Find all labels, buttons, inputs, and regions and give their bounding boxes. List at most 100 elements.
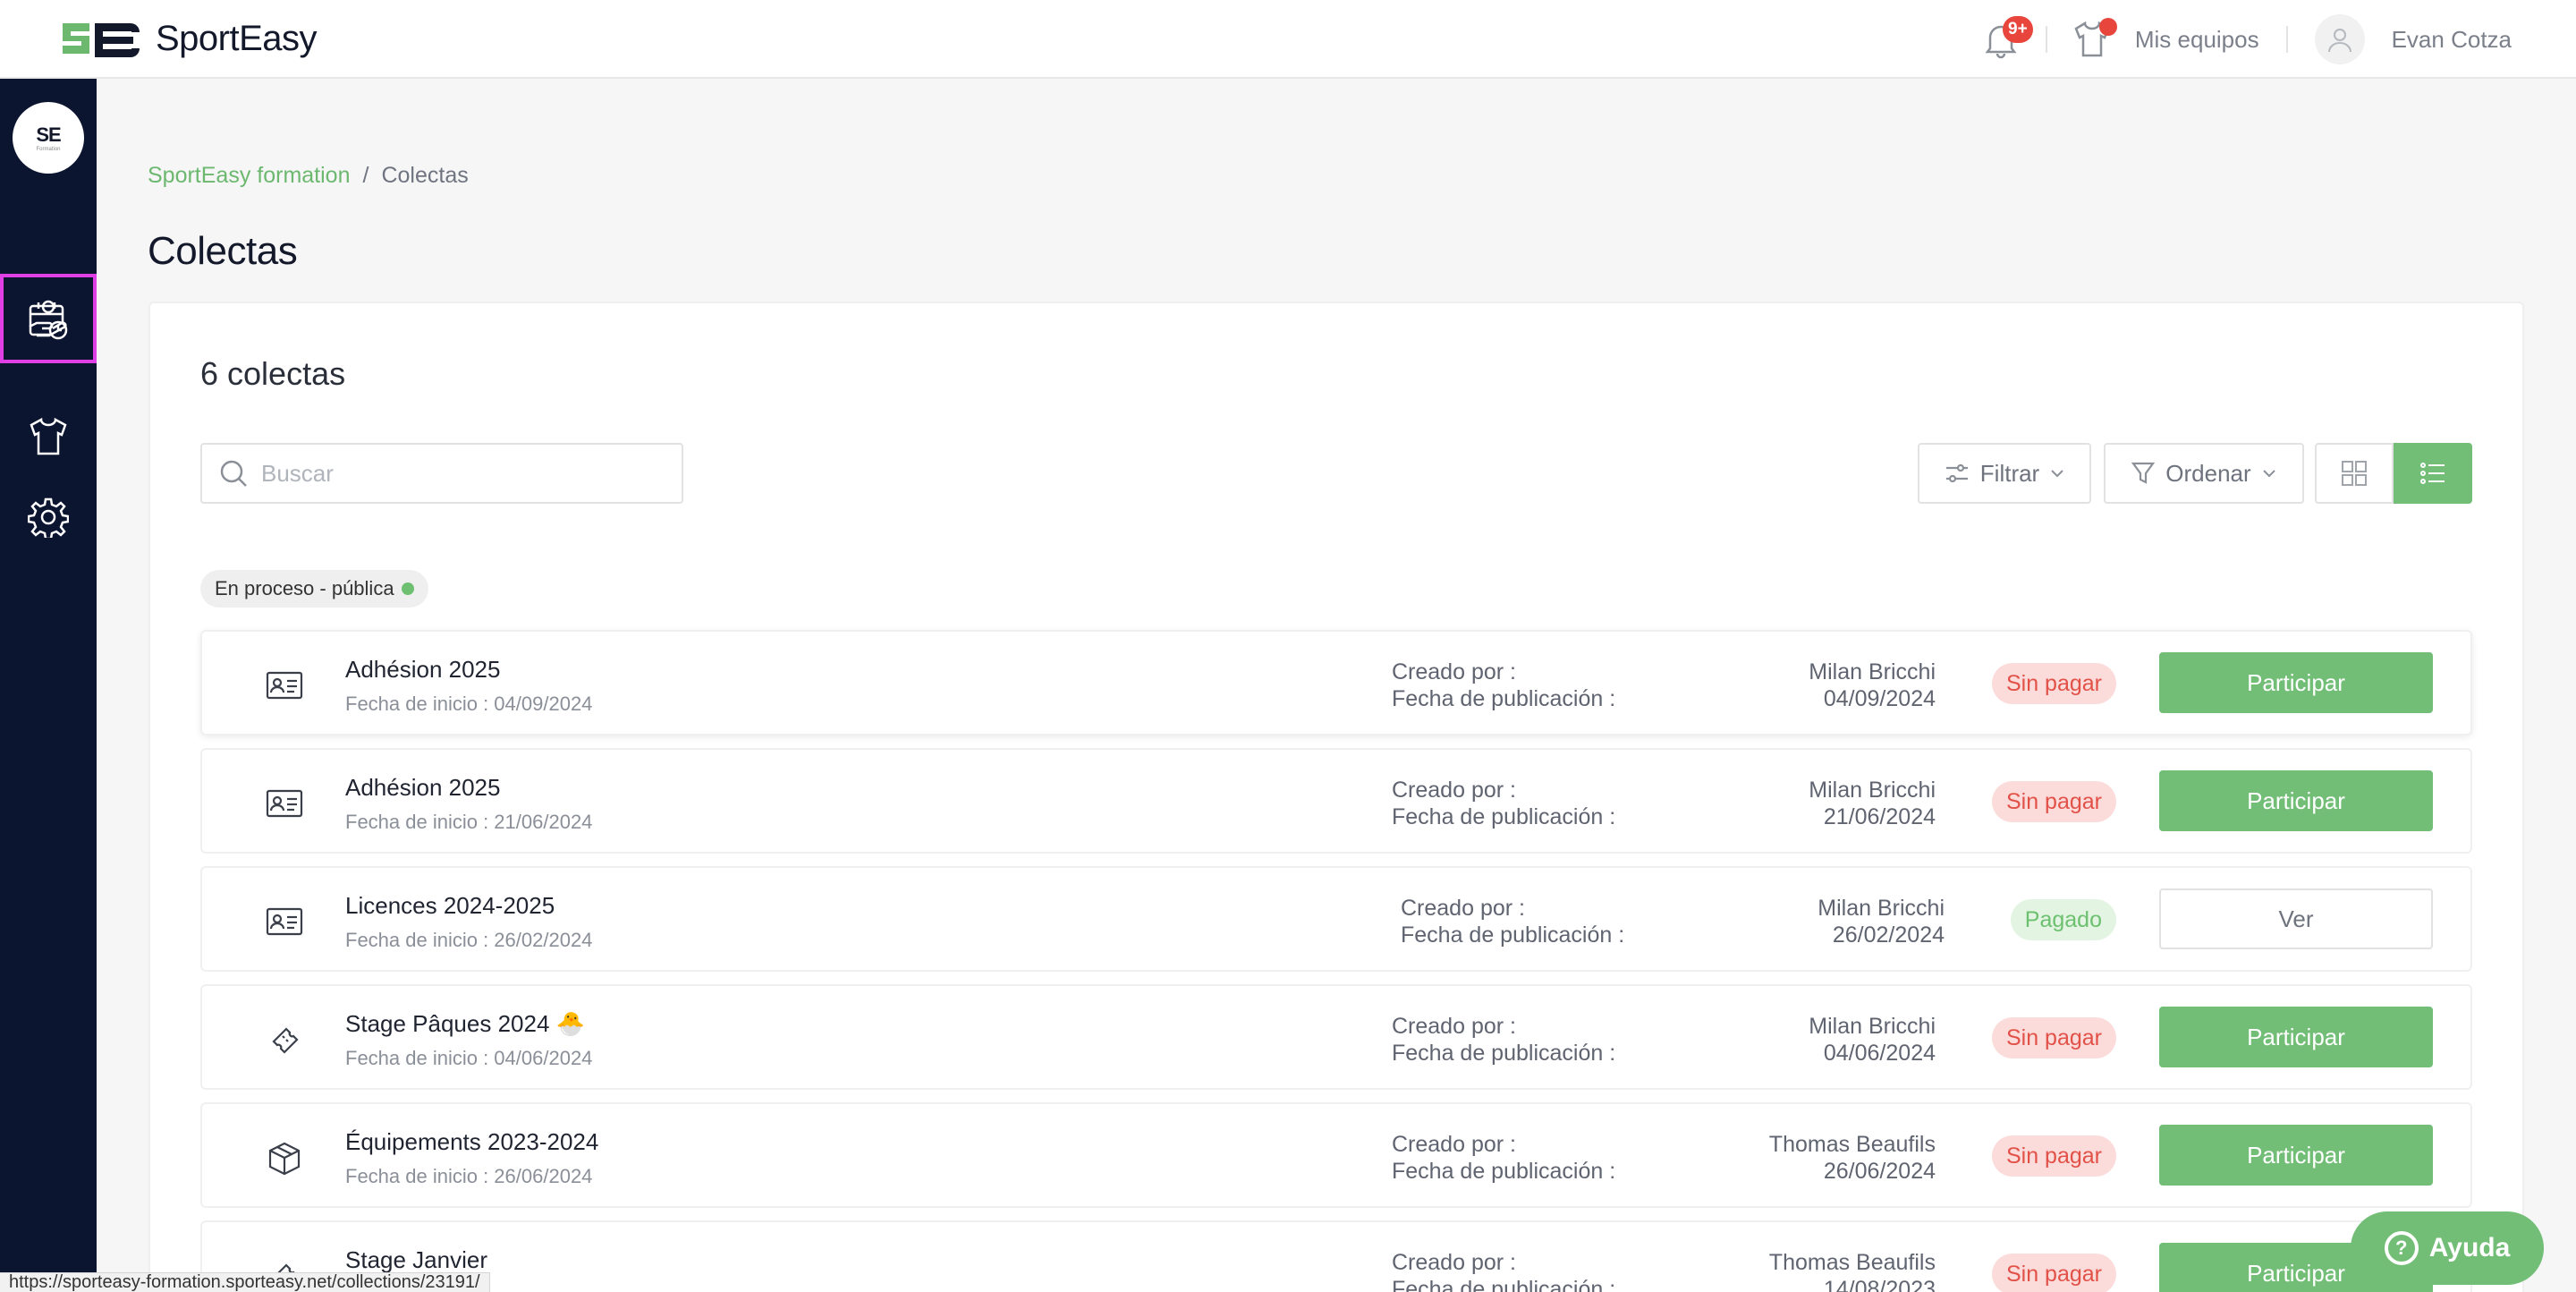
published-date: 04/06/2024	[1823, 1041, 1936, 1066]
creator-name: Milan Bricchi	[1809, 659, 1936, 684]
gear-icon	[28, 497, 69, 538]
divider	[2045, 26, 2047, 53]
search-input[interactable]	[261, 459, 655, 488]
team-logo[interactable]: SE Formation	[13, 102, 84, 174]
created-by-label: Creado por :	[1392, 778, 1516, 803]
team-logo-subtext: Formation	[36, 147, 61, 152]
box-icon	[268, 1142, 301, 1176]
breadcrumb: SportEasy formation / Colectas	[148, 163, 469, 189]
published-date-label: Fecha de publicación :	[1392, 686, 1616, 711]
view-button[interactable]: Ver	[2159, 888, 2433, 949]
notifications-button[interactable]: 9+	[1983, 16, 2033, 59]
collections-count: 6 colectas	[200, 355, 346, 392]
status-filter-tag: En proceso - pública	[200, 570, 428, 608]
divider	[2285, 26, 2288, 53]
collection-title[interactable]: Stage Pâques 2024 🐣	[345, 1010, 585, 1038]
creator-name: Thomas Beaufils	[1768, 1250, 1936, 1275]
participate-button[interactable]: Participar	[2159, 652, 2433, 713]
participate-button[interactable]: Participar	[2159, 770, 2433, 831]
sporteasy-logo-icon	[63, 23, 140, 57]
status-badge: Sin pagar	[1991, 1254, 2116, 1292]
my-teams-link[interactable]: Mis equipos	[2135, 26, 2259, 54]
collection-meta-values: Milan Bricchi 04/09/2024	[1809, 659, 1936, 712]
collection-meta-values: Milan Bricchi 26/02/2024	[1818, 895, 1945, 948]
collection-start-date: Fecha de inicio : 26/02/2024	[345, 929, 593, 951]
collection-meta-values: Milan Bricchi 04/06/2024	[1809, 1013, 1936, 1067]
id-card-icon	[266, 671, 303, 700]
order-label: Ordenar	[2165, 459, 2251, 487]
breadcrumb-separator: /	[362, 163, 369, 188]
jersey-icon	[30, 417, 67, 455]
created-by-label: Creado por :	[1401, 896, 1525, 921]
top-right-menu: 9+ Mis equipos Evan Cotza	[1983, 0, 2512, 79]
published-date-label: Fecha de publicación :	[1401, 922, 1625, 948]
filter-button[interactable]: Filtrar	[1918, 443, 2091, 504]
question-icon: ?	[2384, 1231, 2419, 1265]
list-view-button[interactable]	[2394, 443, 2472, 504]
published-date-label: Fecha de publicación :	[1392, 1041, 1616, 1066]
created-by-label: Creado por :	[1392, 1014, 1516, 1039]
grid-view-button[interactable]	[2315, 443, 2394, 504]
sidebar-item-settings[interactable]	[0, 481, 97, 553]
collection-start-date: Fecha de inicio : 26/06/2024	[345, 1165, 593, 1187]
help-label: Ayuda	[2428, 1233, 2511, 1262]
participate-button[interactable]: Participar	[2159, 1125, 2433, 1186]
collection-meta-labels: Creado por : Fecha de publicación :	[1392, 659, 1615, 712]
creator-name: Thomas Beaufils	[1768, 1132, 1936, 1157]
user-avatar[interactable]	[2314, 14, 2365, 64]
teams-jersey-button[interactable]	[2072, 18, 2117, 59]
status-badge: Sin pagar	[1991, 663, 2116, 704]
status-badge: Pagado	[2010, 899, 2116, 940]
published-date: 04/09/2024	[1823, 686, 1936, 711]
collection-row[interactable]: Équipements 2023-2024 Fecha de inicio : …	[200, 1102, 2472, 1208]
creator-name: Milan Bricchi	[1809, 1014, 1936, 1039]
collection-title[interactable]: Équipements 2023-2024	[345, 1128, 598, 1156]
collection-row[interactable]: Adhésion 2025 Fecha de inicio : 21/06/20…	[200, 748, 2472, 854]
search-box[interactable]	[200, 443, 683, 504]
breadcrumb-team-link[interactable]: SportEasy formation	[148, 163, 351, 189]
user-name[interactable]: Evan Cotza	[2392, 26, 2512, 54]
published-date: 26/06/2024	[1823, 1159, 1936, 1184]
team-logo-text: SE	[36, 123, 61, 146]
published-date: 21/06/2024	[1823, 804, 1936, 829]
collection-title[interactable]: Adhésion 2025	[345, 656, 500, 684]
list-icon	[2420, 463, 2445, 484]
collection-row[interactable]: Adhésion 2025 Fecha de inicio : 04/09/20…	[200, 630, 2472, 735]
search-icon	[220, 460, 247, 487]
created-by-label: Creado por :	[1392, 1250, 1516, 1275]
sidebar-item-teams[interactable]	[0, 401, 97, 472]
collection-meta-labels: Creado por : Fecha de publicación :	[1392, 1013, 1615, 1067]
published-date: 26/02/2024	[1832, 922, 1945, 948]
breadcrumb-current: Colectas	[381, 163, 469, 188]
brand-name: SportEasy	[156, 18, 318, 58]
hand-person-icon	[29, 300, 67, 337]
collection-meta-labels: Creado por : Fecha de publicación :	[1392, 777, 1615, 830]
status-bar-url: https://sporteasy-formation.sporteasy.ne…	[0, 1272, 490, 1292]
collection-row[interactable]: Stage Janvier Creado por : Fecha de publ…	[200, 1220, 2472, 1292]
help-button[interactable]: ? Ayuda	[2351, 1211, 2544, 1285]
sidebar-item-collections[interactable]	[0, 274, 97, 363]
collection-meta-values: Thomas Beaufils 26/06/2024	[1769, 1131, 1936, 1185]
brand-logo[interactable]: SportEasy	[59, 18, 318, 59]
collection-row[interactable]: Stage Pâques 2024 🐣 Fecha de inicio : 04…	[200, 984, 2472, 1090]
funnel-icon	[2131, 462, 2156, 484]
collection-meta-labels: Creado por : Fecha de publicación :	[1392, 1249, 1615, 1292]
collection-title[interactable]: Stage Janvier	[345, 1246, 487, 1274]
collection-meta-values: Milan Bricchi 21/06/2024	[1809, 777, 1936, 830]
published-date-label: Fecha de publicación :	[1392, 1277, 1616, 1292]
published-date-label: Fecha de publicación :	[1392, 804, 1616, 829]
collection-title[interactable]: Licences 2024-2025	[345, 892, 555, 920]
notifications-badge: 9+	[2002, 16, 2033, 43]
collection-meta-labels: Creado por : Fecha de publicación :	[1401, 895, 1624, 948]
grid-icon	[2342, 461, 2367, 486]
sliders-icon	[1945, 463, 1968, 483]
published-date: 14/08/2023	[1823, 1277, 1936, 1292]
order-button[interactable]: Ordenar	[2104, 443, 2304, 504]
collection-row[interactable]: Licences 2024-2025 Fecha de inicio : 26/…	[200, 866, 2472, 972]
sidebar: SE Formation	[0, 79, 97, 1292]
creator-name: Milan Bricchi	[1809, 778, 1936, 803]
participate-button[interactable]: Participar	[2159, 1007, 2433, 1067]
status-badge: Sin pagar	[1991, 1135, 2116, 1177]
created-by-label: Creado por :	[1392, 1132, 1516, 1157]
collection-title[interactable]: Adhésion 2025	[345, 774, 500, 802]
